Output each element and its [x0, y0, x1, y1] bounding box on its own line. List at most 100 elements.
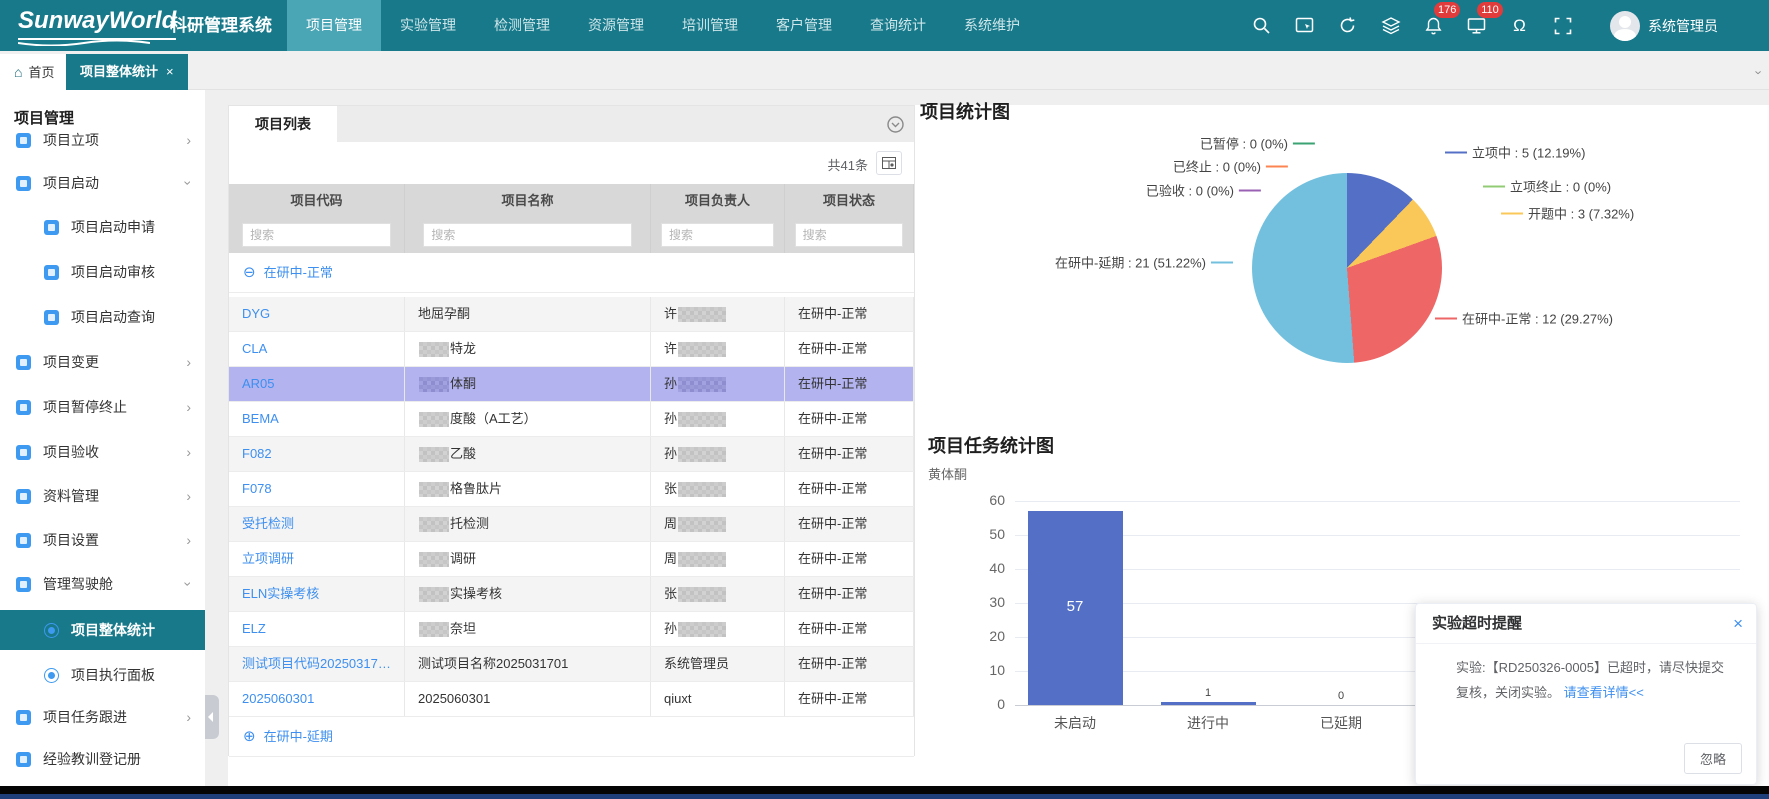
panel-collapse-icon[interactable] — [887, 116, 904, 133]
table-row[interactable]: ELZ奈坦孙在研中-正常 — [229, 612, 914, 647]
ignore-button[interactable]: 忽略 — [1684, 743, 1742, 774]
table-row[interactable]: 测试项目代码20250317…测试项目名称2025031701系统管理员在研中-… — [229, 647, 914, 682]
column-header[interactable]: 项目名称 — [405, 184, 651, 217]
app-window-icon[interactable] — [1283, 0, 1326, 51]
table-row[interactable]: F082乙酸孙在研中-正常 — [229, 437, 914, 472]
search-icon[interactable] — [1240, 0, 1283, 51]
sidebar-item[interactable]: 经验教训登记册 — [0, 739, 205, 779]
table-row[interactable]: 立项调研调研周在研中-正常 — [229, 542, 914, 577]
group-row-closed[interactable]: ⊕在研中-延期 — [229, 717, 914, 757]
tab-home[interactable]: ⌂首页 — [0, 54, 68, 90]
search-cell — [229, 217, 405, 253]
column-header[interactable]: 项目负责人 — [651, 184, 785, 217]
group-row-open[interactable]: ⊖在研中-正常 — [229, 253, 914, 293]
user-name[interactable]: 系统管理员 — [1648, 16, 1718, 36]
popup-close-icon[interactable]: × — [1733, 604, 1743, 644]
table-row[interactable]: AR05体酮孙在研中-正常 — [229, 367, 914, 402]
censored-block — [419, 377, 449, 392]
table-row[interactable]: CLA特龙许在研中-正常 — [229, 332, 914, 367]
column-config-button[interactable] — [876, 151, 902, 175]
tab-list-chevron-icon[interactable]: › — [1751, 70, 1766, 74]
censored-block — [678, 517, 726, 532]
monitor-icon[interactable]: 110 — [1455, 0, 1498, 51]
table-row[interactable]: F078格鲁肽片张在研中-正常 — [229, 472, 914, 507]
cell-project-code[interactable]: 受托检测 — [229, 507, 405, 541]
nav-menu-item[interactable]: 系统维护 — [945, 0, 1039, 51]
minus-circle-icon[interactable]: ⊖ — [243, 264, 256, 281]
chevron-right-icon: › — [186, 709, 191, 725]
cell-project-name: 地屈孕酮 — [405, 297, 651, 331]
pie-label-connector — [1435, 317, 1457, 319]
scan-stats-icon — [44, 668, 59, 683]
sidebar-item[interactable]: 项目暂停终止› — [0, 387, 205, 427]
top-navbar: SunwayWorld 科研管理系统 项目管理实验管理检测管理资源管理培训管理客… — [0, 0, 1769, 51]
table-row[interactable]: ELN实操考核实操考核张在研中-正常 — [229, 577, 914, 612]
sidebar-item[interactable]: 项目验收› — [0, 432, 205, 472]
layers-icon[interactable] — [1369, 0, 1412, 51]
user-avatar[interactable] — [1610, 11, 1640, 41]
cell-project-code[interactable]: F078 — [229, 472, 405, 506]
cell-project-code[interactable]: DYG — [229, 297, 405, 331]
sidebar-subitem[interactable]: 项目执行面板 — [0, 655, 205, 695]
cell-project-owner: 系统管理员 — [651, 647, 785, 681]
sidebar-item[interactable]: 管理驾驶舱› — [0, 564, 205, 604]
column-search-input[interactable] — [795, 223, 904, 247]
pie-label-connector — [1483, 185, 1505, 187]
sidebar-item[interactable]: 资料管理› — [0, 476, 205, 516]
table-row[interactable]: 受托检测托检测周在研中-正常 — [229, 507, 914, 542]
omega-glyph: Ω — [1513, 16, 1526, 36]
column-header[interactable]: 项目状态 — [785, 184, 914, 217]
cell-project-code[interactable]: F082 — [229, 437, 405, 471]
sidebar-subitem[interactable]: 项目整体统计 — [0, 610, 205, 650]
table-row[interactable]: 20250603012025060301qiuxt在研中-正常 — [229, 682, 914, 717]
refresh-icon[interactable] — [1326, 0, 1369, 51]
chevron-down-icon: › — [181, 582, 197, 587]
tab-project-stats[interactable]: 项目整体统计× — [66, 54, 188, 90]
tab-close-icon[interactable]: × — [166, 64, 174, 79]
cell-project-name: 体酮 — [405, 367, 651, 401]
bell-icon[interactable]: 176 — [1412, 0, 1455, 51]
column-header[interactable]: 项目代码 — [229, 184, 405, 217]
sidebar-item[interactable]: 项目任务跟进› — [0, 697, 205, 737]
table-icon — [16, 710, 31, 725]
cell-project-code[interactable]: CLA — [229, 332, 405, 366]
sidebar-subitem[interactable]: 项目启动查询 — [0, 297, 205, 337]
column-search-input[interactable] — [242, 223, 391, 247]
table-row[interactable]: DYG地屈孕酮许在研中-正常 — [229, 297, 914, 332]
bar-进行中[interactable] — [1161, 702, 1256, 705]
nav-menu-item[interactable]: 资源管理 — [569, 0, 663, 51]
sidebar-subitem[interactable]: 项目启动审核 — [0, 252, 205, 292]
plus-circle-icon[interactable]: ⊕ — [243, 728, 256, 745]
sidebar-collapse-handle[interactable] — [205, 695, 219, 739]
nav-menu-item[interactable]: 实验管理 — [381, 0, 475, 51]
cell-project-code[interactable]: ELZ — [229, 612, 405, 646]
fullscreen-icon[interactable] — [1541, 0, 1584, 51]
nav-menu-item[interactable]: 培训管理 — [663, 0, 757, 51]
sidebar-item-label: 项目变更 — [43, 352, 99, 372]
sidebar-item[interactable]: 项目设置› — [0, 520, 205, 560]
sidebar-subitem[interactable]: 项目启动申请 — [0, 207, 205, 247]
table-row[interactable]: BEMA度酸（A工艺）孙在研中-正常 — [229, 402, 914, 437]
cell-project-code[interactable]: BEMA — [229, 402, 405, 436]
column-search-input[interactable] — [423, 223, 631, 247]
pie-slice-label: 开题中 : 3 (7.32%) — [1496, 204, 1634, 223]
sidebar-item[interactable]: 项目立项› — [0, 120, 205, 160]
cell-project-code[interactable]: 2025060301 — [229, 682, 405, 716]
project-status-pie[interactable] — [1252, 173, 1442, 363]
nav-menu-item[interactable]: 查询统计 — [851, 0, 945, 51]
cell-project-code[interactable]: ELN实操考核 — [229, 577, 405, 611]
column-search-input[interactable] — [661, 223, 774, 247]
nav-menu-item[interactable]: 检测管理 — [475, 0, 569, 51]
cell-project-code[interactable]: AR05 — [229, 367, 405, 401]
pie-slice-label: 在研中-延期 : 21 (51.22%) — [1055, 253, 1238, 272]
owner-text: 周 — [664, 551, 677, 566]
cell-project-code[interactable]: 立项调研 — [229, 542, 405, 576]
nav-menu-item[interactable]: 客户管理 — [757, 0, 851, 51]
omega-icon[interactable]: Ω — [1498, 0, 1541, 51]
sidebar-item[interactable]: 项目启动› — [0, 163, 205, 203]
popup-detail-link[interactable]: 请查看详情<< — [1564, 685, 1644, 700]
cell-project-status: 在研中-正常 — [785, 507, 914, 541]
nav-menu-item[interactable]: 项目管理 — [287, 0, 381, 51]
cell-project-code[interactable]: 测试项目代码20250317… — [229, 647, 405, 681]
sidebar-item[interactable]: 项目变更› — [0, 342, 205, 382]
